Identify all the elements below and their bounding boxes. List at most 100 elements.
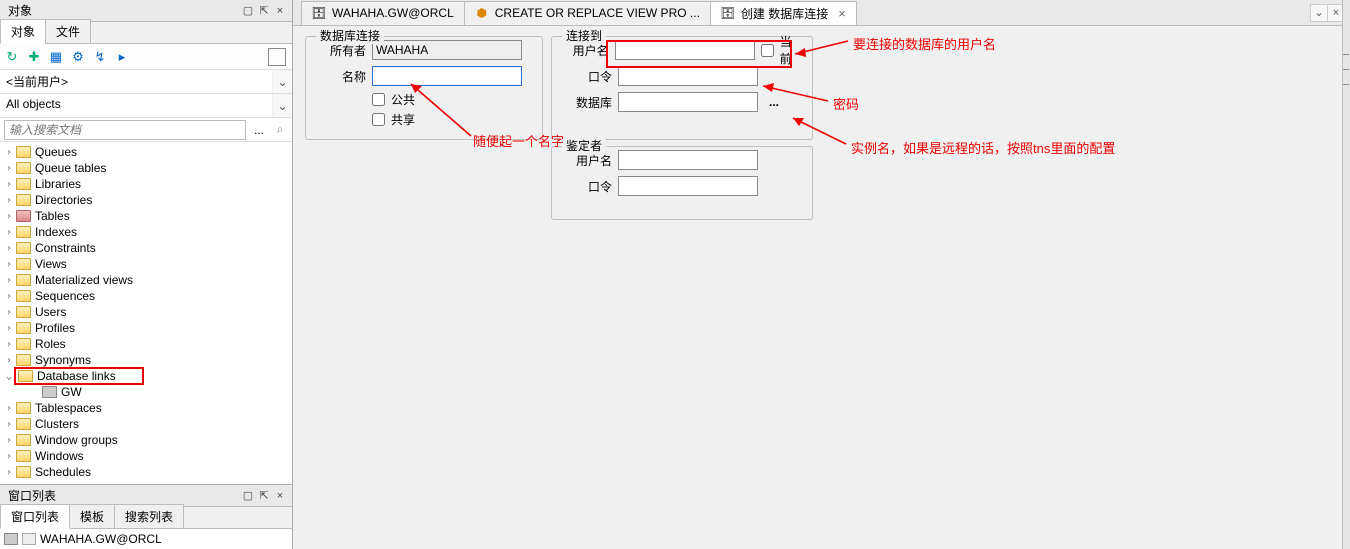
objects-toolbar: ↻ ✚ ▦ ⚙ ↯ ▸ bbox=[0, 44, 292, 70]
public-label: 公共 bbox=[391, 91, 415, 108]
tree-item[interactable]: ›Queue tables bbox=[0, 160, 292, 176]
panel-close-icon[interactable]: × bbox=[272, 488, 288, 504]
public-checkbox[interactable] bbox=[372, 93, 385, 106]
password-field[interactable] bbox=[618, 66, 758, 86]
expand-icon[interactable]: › bbox=[4, 291, 14, 302]
chevron-down-icon[interactable]: ⌄ bbox=[272, 70, 292, 93]
expand-icon[interactable]: › bbox=[4, 451, 14, 462]
panel-dock-icon[interactable]: ▢ bbox=[240, 3, 256, 19]
search-go-icon[interactable]: ⌕ bbox=[272, 122, 288, 138]
tabs-dropdown-icon[interactable]: ⌄ bbox=[1310, 4, 1328, 22]
right-scrollbar[interactable] bbox=[1342, 0, 1350, 549]
auth-user-field[interactable] bbox=[618, 150, 758, 170]
folder-icon bbox=[16, 146, 31, 158]
browse-button[interactable]: ... bbox=[764, 93, 784, 111]
tree-item[interactable]: ›Window groups bbox=[0, 432, 292, 448]
window-icon bbox=[22, 533, 36, 545]
object-tree[interactable]: ›Queues›Queue tables›Libraries›Directori… bbox=[0, 142, 292, 484]
tree-item[interactable]: GW bbox=[0, 384, 292, 400]
tree-item[interactable]: ›Users bbox=[0, 304, 292, 320]
expand-icon[interactable]: › bbox=[4, 147, 14, 158]
tree-item[interactable]: ›Schedules bbox=[0, 464, 292, 480]
expand-icon[interactable]: › bbox=[4, 355, 14, 366]
objects-filter-dropdown[interactable]: All objects ⌄ bbox=[0, 94, 292, 118]
folder-icon bbox=[16, 274, 31, 286]
winlist-item[interactable]: WAHAHA.GW@ORCL bbox=[0, 529, 292, 549]
current-checkbox[interactable] bbox=[761, 44, 774, 57]
run-icon[interactable]: ▸ bbox=[114, 49, 130, 65]
auth-fieldset: 鉴定者 用户名 口令 bbox=[551, 146, 813, 220]
expand-icon[interactable]: › bbox=[4, 275, 14, 286]
search-input[interactable] bbox=[4, 120, 246, 140]
share-checkbox[interactable] bbox=[372, 113, 385, 126]
panel-close-icon[interactable]: × bbox=[272, 3, 288, 19]
tree-item[interactable]: ›Clusters bbox=[0, 416, 292, 432]
expand-icon[interactable]: › bbox=[4, 227, 14, 238]
open-icon[interactable]: ▦ bbox=[48, 49, 64, 65]
tree-item[interactable]: ›Tablespaces bbox=[0, 400, 292, 416]
panel-pin-icon[interactable]: ⇱ bbox=[256, 488, 272, 504]
tree-item[interactable]: ›Profiles bbox=[0, 320, 292, 336]
tree-item[interactable]: › Views bbox=[0, 256, 292, 272]
expand-icon[interactable]: › bbox=[4, 467, 14, 478]
expand-icon[interactable]: › bbox=[4, 435, 14, 446]
tree-item[interactable]: ›Tables bbox=[0, 208, 292, 224]
expand-icon[interactable]: › bbox=[4, 307, 14, 318]
panel-pin-icon[interactable]: ⇱ bbox=[256, 3, 272, 19]
user-dropdown[interactable]: <当前用户> ⌄ bbox=[0, 70, 292, 94]
user-field[interactable] bbox=[615, 40, 755, 60]
expand-icon[interactable]: › bbox=[4, 419, 14, 430]
tree-item[interactable]: ⌄Database links bbox=[0, 368, 292, 384]
password-label: 口令 bbox=[562, 68, 612, 85]
expand-icon[interactable]: › bbox=[4, 195, 14, 206]
auth-password-field[interactable] bbox=[618, 176, 758, 196]
expand-icon[interactable]: › bbox=[4, 179, 14, 190]
link-icon[interactable]: ↯ bbox=[92, 49, 108, 65]
db-icon bbox=[4, 533, 18, 545]
tab-winlist[interactable]: 窗口列表 bbox=[0, 504, 70, 529]
tab-templates[interactable]: 模板 bbox=[69, 504, 115, 528]
tree-item[interactable]: ›Roles bbox=[0, 336, 292, 352]
chevron-down-icon[interactable]: ⌄ bbox=[272, 94, 292, 117]
tree-item[interactable]: ›Directories bbox=[0, 192, 292, 208]
database-field[interactable] bbox=[618, 92, 758, 112]
add-icon[interactable]: ✚ bbox=[26, 49, 42, 65]
folder-icon bbox=[16, 306, 31, 318]
panel-dock-icon[interactable]: ▢ bbox=[240, 488, 256, 504]
refresh-icon[interactable]: ↻ bbox=[4, 49, 20, 65]
expand-icon[interactable]: › bbox=[4, 339, 14, 350]
tree-item-label: GW bbox=[61, 385, 82, 399]
tab-objects[interactable]: 对象 bbox=[0, 19, 46, 44]
editor-tab-1[interactable]: 🗄 WAHAHA.GW@ORCL bbox=[301, 1, 465, 25]
expand-icon[interactable]: › bbox=[4, 259, 14, 270]
tree-item[interactable]: ›Libraries bbox=[0, 176, 292, 192]
tree-item-label: Windows bbox=[35, 449, 84, 463]
name-field[interactable] bbox=[372, 66, 522, 86]
close-icon[interactable]: × bbox=[838, 6, 846, 21]
collapse-icon[interactable]: ⌄ bbox=[4, 371, 14, 382]
tree-item[interactable]: ›Constraints bbox=[0, 240, 292, 256]
tree-item-label: Indexes bbox=[35, 225, 77, 239]
tree-item[interactable]: ›Sequences bbox=[0, 288, 292, 304]
folder-icon bbox=[16, 418, 31, 430]
tree-item[interactable]: › Windows bbox=[0, 448, 292, 464]
tree-item[interactable]: ›Synonyms bbox=[0, 352, 292, 368]
tree-item-label: Views bbox=[35, 257, 67, 271]
prop-icon[interactable]: ⚙ bbox=[70, 49, 86, 65]
editor-tab-3[interactable]: 🗄 创建 数据库连接 × bbox=[710, 1, 857, 25]
editor-tab-2[interactable]: ⬢ CREATE OR REPLACE VIEW PRO ... bbox=[464, 1, 711, 25]
tree-item[interactable]: ›Queues bbox=[0, 144, 292, 160]
expand-icon[interactable]: › bbox=[4, 211, 14, 222]
expand-icon[interactable]: › bbox=[4, 323, 14, 334]
tree-item[interactable]: › Indexes bbox=[0, 224, 292, 240]
tree-item[interactable]: ›Materialized views bbox=[0, 272, 292, 288]
expand-icon[interactable]: › bbox=[4, 163, 14, 174]
search-more-button[interactable]: ... bbox=[250, 123, 268, 137]
folder-icon bbox=[16, 242, 31, 254]
expand-icon[interactable]: › bbox=[4, 403, 14, 414]
expand-icon[interactable]: › bbox=[4, 243, 14, 254]
tab-searchlist[interactable]: 搜索列表 bbox=[114, 504, 184, 528]
toolbar-box[interactable] bbox=[268, 48, 286, 66]
folder-icon bbox=[16, 162, 31, 174]
tab-files[interactable]: 文件 bbox=[45, 19, 91, 43]
